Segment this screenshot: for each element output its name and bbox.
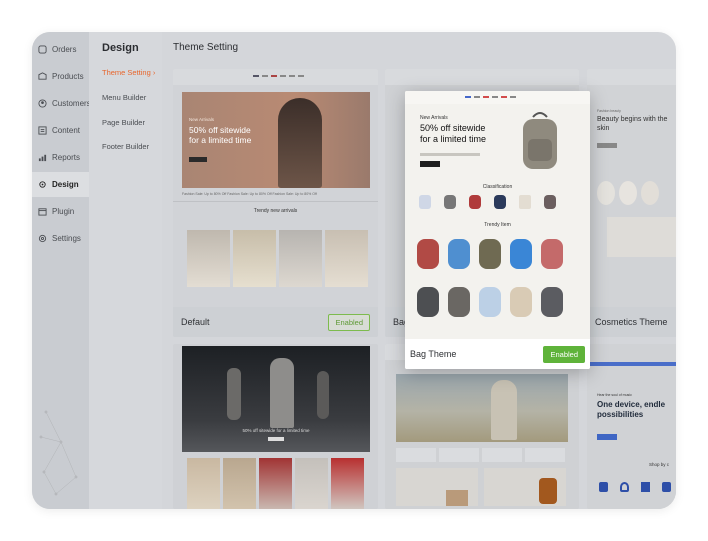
design-icon (39, 181, 46, 188)
hero-line-2: for a limited time (420, 133, 487, 144)
preview-classification-row (419, 195, 556, 209)
preview-product-grid (187, 230, 368, 287)
hero-headline: 50% off sitewide for a limited time (242, 428, 310, 433)
sidebar-item-label: Content (52, 126, 81, 135)
hero-headline: 50% off sitewide for a limited time (189, 125, 251, 145)
theme-preview-dark-fashion: 50% off sitewide for a limited time (173, 344, 378, 509)
preview-product-row (597, 181, 659, 205)
submenu-page-builder[interactable]: Page Builder (102, 118, 145, 127)
theme-card-dark-fashion[interactable]: 50% off sitewide for a limited time (173, 344, 378, 509)
section-title: Design (102, 42, 139, 54)
sidebar-item-reports[interactable]: Reports (32, 145, 89, 170)
hero-subtitle: New Arrivals (189, 117, 215, 122)
sidebar-item-label: Settings (52, 234, 81, 243)
theme-card-bag-highlighted[interactable]: New Arrivals 50% off sitewide for a limi… (405, 91, 590, 369)
sidebar-item-design[interactable]: Design (32, 172, 89, 197)
preview-banner-row (396, 468, 566, 506)
preview-product-grid (187, 458, 364, 509)
submenu-label: Theme Setting (102, 68, 151, 77)
preview-navbar (405, 91, 590, 104)
preview-section-title-2: Trendy Item (484, 222, 511, 228)
app-window: Orders Products Customers Content Report… (32, 32, 676, 509)
hero-line-1: One device, endle (597, 400, 666, 409)
sidebar-item-label: Design (52, 180, 79, 189)
preview-product-grid-2 (417, 287, 563, 317)
chevron-right-icon: › (152, 68, 156, 77)
theme-preview-music: Hear the soul of music One device, endle… (587, 344, 676, 509)
products-icon (38, 72, 47, 80)
theme-name: Bag Theme (410, 349, 457, 359)
reports-icon (38, 154, 47, 162)
hero-subtitle: New Arrivals (420, 115, 448, 121)
hero-line-1: 50% off sitewide (189, 125, 251, 135)
theme-preview-default: New Arrivals 50% off sitewide for a limi… (173, 69, 378, 307)
preview-section-title: Classification (482, 184, 513, 190)
sidebar-item-orders[interactable]: Orders (32, 37, 89, 62)
submenu-menu-builder[interactable]: Menu Builder (102, 93, 146, 102)
theme-card-default[interactable]: New Arrivals 50% off sitewide for a limi… (173, 69, 378, 337)
sidebar-item-settings[interactable]: Settings (32, 226, 89, 251)
sidebar-item-label: Reports (52, 153, 81, 162)
hero-shop-button (189, 157, 207, 162)
hero-shop-button (420, 161, 440, 167)
enabled-button[interactable]: Enabled (328, 313, 370, 331)
hero-subtitle: Fashion beauty (597, 109, 621, 113)
primary-sidebar: Orders Products Customers Content Report… (32, 32, 91, 509)
preview-hero-image: 50% off sitewide for a limited time (182, 346, 370, 452)
settings-icon (38, 234, 47, 243)
theme-card-cosmetics[interactable]: Fashion beauty Beauty begins with the sk… (587, 69, 676, 337)
sidebar-item-customers[interactable]: Customers (32, 91, 91, 116)
theme-name: Default (181, 317, 210, 327)
page-title: Theme Setting (173, 42, 239, 53)
preview-hero-image: New Arrivals 50% off sitewide for a limi… (182, 92, 370, 188)
hero-headline: 50% off sitewide for a limited time (420, 123, 486, 144)
backpack-illustration (523, 112, 557, 169)
decorative-network-graphic (39, 410, 78, 496)
preview-section-title: Trendy new arrivals (253, 208, 298, 214)
hero-line-2: possibilities (597, 410, 644, 419)
sidebar-item-products[interactable]: Products (32, 64, 89, 89)
theme-name: Cosmetics Theme (595, 317, 668, 327)
submenu-footer-builder[interactable]: Footer Builder (102, 142, 149, 151)
hero-headline: Beauty begins with the skin (597, 115, 676, 133)
sidebar-item-label: Plugin (52, 207, 75, 216)
customers-icon (38, 99, 47, 108)
sidebar-item-content[interactable]: Content (32, 118, 89, 143)
enabled-button[interactable]: Enabled (543, 345, 585, 363)
model-silhouette (278, 98, 322, 188)
hero-subtitle: Hear the soul of music (597, 393, 632, 397)
submenu-theme-setting[interactable]: Theme Setting › (102, 68, 155, 77)
hero-line-1: 50% off sitewide (420, 123, 486, 133)
orders-icon (38, 45, 47, 54)
theme-card-footer: Default Enabled (173, 307, 378, 337)
secondary-sidebar: Design Theme Setting › Menu Builder Page… (89, 32, 162, 509)
sidebar-item-label: Orders (52, 45, 77, 54)
preview-category-icons (599, 482, 671, 492)
preview-ticker: Fashion Sale: Up to 80% Off Fashion Sale… (182, 192, 317, 196)
preview-product-grid (417, 239, 563, 269)
preview-navbar (173, 69, 378, 85)
plugin-icon (38, 208, 47, 216)
sidebar-item-label: Customers (52, 99, 91, 108)
hero-line-1: Beauty begins with the (597, 116, 668, 123)
preview-hero-image (396, 374, 568, 442)
theme-card-footer: Bag Theme Enabled (405, 339, 590, 369)
hero-headline: One device, endle possibilities (597, 400, 665, 420)
theme-card-music[interactable]: Hear the soul of music One device, endle… (587, 344, 676, 509)
hero-line-2: for a limited time (189, 135, 252, 145)
theme-preview-bag: New Arrivals 50% off sitewide for a limi… (405, 91, 590, 339)
sidebar-item-label: Products (52, 72, 84, 81)
sidebar-item-plugin[interactable]: Plugin (32, 199, 89, 224)
theme-preview-cosmetics: Fashion beauty Beauty begins with the sk… (587, 69, 676, 307)
preview-feature-row (396, 448, 565, 462)
content-icon (38, 126, 47, 135)
preview-section-title: Shop by c (649, 462, 670, 467)
hero-line-2: skin (597, 125, 610, 132)
